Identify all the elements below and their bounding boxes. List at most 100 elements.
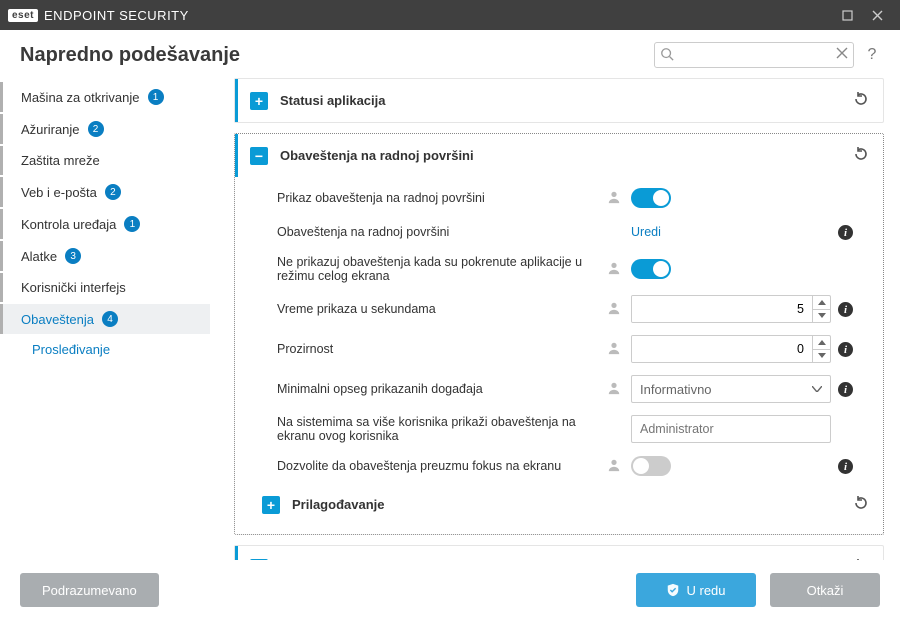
duration-spinner[interactable] — [631, 295, 831, 323]
setting-label: Ne prikazuj obaveštenja kada su pokrenut… — [277, 255, 607, 283]
setting-label: Vreme prikaza u sekundama — [277, 302, 607, 316]
sidebar-item-label: Alatke — [21, 249, 57, 264]
setting-label: Dozvolite da obaveštenja preuzmu fokus n… — [277, 459, 607, 473]
user-icon — [607, 190, 621, 207]
setting-label: Na sistemima sa više korisnika prikaži o… — [277, 415, 607, 443]
sidebar-item-web-email[interactable]: Veb i e-pošta 2 — [0, 177, 210, 207]
user-icon — [607, 301, 621, 318]
panel-title: Obaveštenja na radnoj površini — [280, 148, 474, 163]
ok-button[interactable]: U redu — [636, 573, 756, 607]
sidebar-item-label: Veb i e-pošta — [21, 185, 97, 200]
user-icon — [607, 458, 621, 475]
sidebar-item-label: Korisnički interfejs — [21, 280, 126, 295]
toggle-show-notifications[interactable] — [631, 188, 671, 208]
sidebar-badge: 1 — [124, 216, 140, 232]
min-verbosity-select[interactable]: Informativno — [631, 375, 831, 403]
info-icon[interactable]: i — [838, 225, 853, 240]
default-button[interactable]: Podrazumevano — [20, 573, 159, 607]
sidebar-badge: 3 — [65, 248, 81, 264]
row-show-desktop-notifications: Prikaz obaveštenja na radnoj površini — [235, 181, 883, 215]
sidebar-badge: 2 — [88, 121, 104, 137]
row-take-focus: Dozvolite da obaveštenja preuzmu fokus n… — [235, 449, 883, 483]
page-title: Napredno podešavanje — [20, 44, 240, 67]
spinner-up-icon[interactable] — [813, 336, 830, 350]
sidebar-item-label: Ažuriranje — [21, 122, 80, 137]
panel-app-statuses: + Statusi aplikacija — [234, 78, 884, 123]
panel-desktop-notifications: − Obaveštenja na radnoj površini Prikaz … — [234, 133, 884, 535]
sidebar-item-tools[interactable]: Alatke 3 — [0, 241, 210, 271]
panel-title: Statusi aplikacija — [280, 93, 386, 108]
header-row: Napredno podešavanje ? — [0, 30, 900, 78]
search-clear-icon[interactable] — [836, 47, 848, 62]
shield-icon — [666, 583, 680, 597]
user-icon — [607, 261, 621, 278]
window-close-button[interactable] — [862, 10, 892, 21]
info-icon[interactable]: i — [838, 382, 853, 397]
search-icon — [660, 47, 674, 64]
expand-icon: + — [250, 92, 268, 110]
setting-label: Minimalni opseg prikazanih događaja — [277, 382, 607, 396]
reset-icon[interactable] — [851, 89, 871, 112]
content-area: + Statusi aplikacija − Obaveštenja na ra… — [210, 78, 900, 578]
multiuser-input[interactable] — [631, 415, 831, 443]
search-wrap — [654, 42, 854, 68]
window-maximize-button[interactable] — [832, 10, 862, 21]
row-desktop-notifications-edit: Obaveštenja na radnoj površini Uredi i — [235, 215, 883, 249]
transparency-input[interactable] — [632, 336, 812, 362]
ok-button-label: U redu — [686, 583, 725, 598]
footer: Podrazumevano U redu Otkaži — [0, 560, 900, 620]
spinner-up-icon[interactable] — [813, 296, 830, 310]
sidebar-badge: 4 — [102, 311, 118, 327]
titlebar: eset ENDPOINT SECURITY — [0, 0, 900, 30]
sidebar-item-update[interactable]: Ažuriranje 2 — [0, 114, 210, 144]
cancel-button[interactable]: Otkaži — [770, 573, 880, 607]
sidebar-item-label: Mašina za otkrivanje — [21, 90, 140, 105]
sidebar-item-label: Obaveštenja — [21, 312, 94, 327]
spinner-down-icon[interactable] — [813, 310, 830, 323]
row-min-verbosity: Minimalni opseg prikazanih događaja Info… — [235, 369, 883, 409]
transparency-spinner[interactable] — [631, 335, 831, 363]
panel-header-desktop-notifications[interactable]: − Obaveštenja na radnoj površini — [235, 134, 883, 177]
setting-label: Prozirnost — [277, 342, 607, 356]
setting-label: Prikaz obaveštenja na radnoj površini — [277, 191, 607, 205]
expand-icon: + — [262, 496, 280, 514]
edit-link[interactable]: Uredi — [631, 225, 661, 239]
toggle-fullscreen-suppress[interactable] — [631, 259, 671, 279]
sidebar-item-label: Kontrola uređaja — [21, 217, 116, 232]
toggle-take-focus[interactable] — [631, 456, 671, 476]
brand-badge: eset — [8, 9, 38, 22]
sidebar-item-notifications[interactable]: Obaveštenja 4 — [0, 304, 210, 334]
info-icon[interactable]: i — [838, 342, 853, 357]
sidebar-item-network[interactable]: Zaštita mreže — [0, 146, 210, 175]
sidebar-item-label: Zaštita mreže — [21, 153, 100, 168]
user-icon — [607, 381, 621, 398]
user-icon — [607, 341, 621, 358]
collapse-icon: − — [250, 147, 268, 165]
reset-icon[interactable] — [851, 144, 871, 167]
sidebar-item-ui[interactable]: Korisnički interfejs — [0, 273, 210, 302]
sidebar-badge: 1 — [148, 89, 164, 105]
row-display-duration: Vreme prikaza u sekundama i — [235, 289, 883, 329]
info-icon[interactable]: i — [838, 459, 853, 474]
sidebar-item-label: Prosleđivanje — [32, 342, 110, 357]
row-transparency: Prozirnost i — [235, 329, 883, 369]
sidebar-badge: 2 — [105, 184, 121, 200]
sidebar: Mašina za otkrivanje 1 Ažuriranje 2 Zašt… — [0, 78, 210, 578]
reset-icon[interactable] — [851, 493, 871, 516]
help-button[interactable]: ? — [864, 46, 880, 64]
setting-label: Obaveštenja na radnoj površini — [277, 225, 607, 239]
sidebar-item-device-control[interactable]: Kontrola uređaja 1 — [0, 209, 210, 239]
product-name: ENDPOINT SECURITY — [44, 8, 189, 23]
row-fullscreen-suppress: Ne prikazuj obaveštenja kada su pokrenut… — [235, 249, 883, 289]
info-icon[interactable]: i — [838, 302, 853, 317]
subpanel-header-customization[interactable]: + Prilagođavanje — [235, 483, 883, 526]
row-multiuser: Na sistemima sa više korisnika prikaži o… — [235, 409, 883, 449]
panel-header-app-statuses[interactable]: + Statusi aplikacija — [235, 79, 883, 122]
chevron-down-icon — [812, 386, 822, 392]
sidebar-item-detection-engine[interactable]: Mašina za otkrivanje 1 — [0, 82, 210, 112]
sidebar-subitem-forwarding[interactable]: Prosleđivanje — [18, 336, 210, 363]
spinner-down-icon[interactable] — [813, 350, 830, 363]
panel-title: Prilagođavanje — [292, 497, 384, 512]
duration-input[interactable] — [632, 296, 812, 322]
search-input[interactable] — [654, 42, 854, 68]
